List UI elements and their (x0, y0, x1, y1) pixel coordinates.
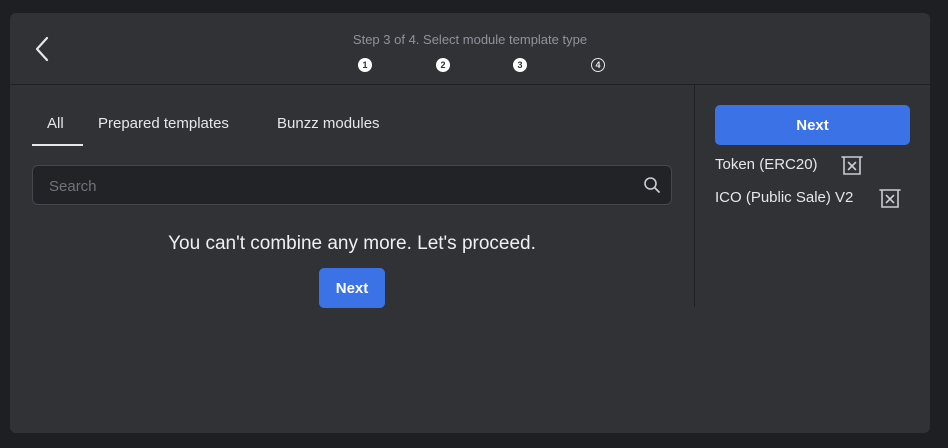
tab-prepared-templates[interactable]: Prepared templates (98, 115, 229, 132)
sidebar-next-button[interactable]: Next (715, 105, 910, 145)
step-dot-3: 3 (513, 58, 527, 72)
search-box (32, 165, 672, 206)
step-title: Step 3 of 4. Select module template type (352, 32, 588, 47)
modal-panel: Step 3 of 4. Select module template type… (10, 13, 930, 433)
step-dot-4: 4 (591, 58, 605, 72)
trash-icon[interactable] (840, 153, 864, 177)
status-message: You can't combine any more. Let's procee… (168, 233, 536, 254)
trash-icon[interactable] (878, 186, 902, 210)
search-input[interactable] (47, 166, 631, 206)
header: Step 3 of 4. Select module template type… (10, 13, 930, 85)
tab-all[interactable]: All (47, 115, 64, 132)
selected-item-ico-public-sale: ICO (Public Sale) V2 (715, 189, 854, 206)
step-dot-1: 1 (358, 58, 372, 72)
step-dot-2: 2 (436, 58, 450, 72)
selected-item-token-erc20: Token (ERC20) (715, 156, 818, 173)
column-divider (694, 85, 695, 307)
search-icon[interactable] (643, 176, 661, 194)
tab-bunzz-modules[interactable]: Bunzz modules (277, 115, 380, 132)
tab-active-indicator (32, 144, 83, 146)
next-button[interactable]: Next (319, 268, 385, 308)
